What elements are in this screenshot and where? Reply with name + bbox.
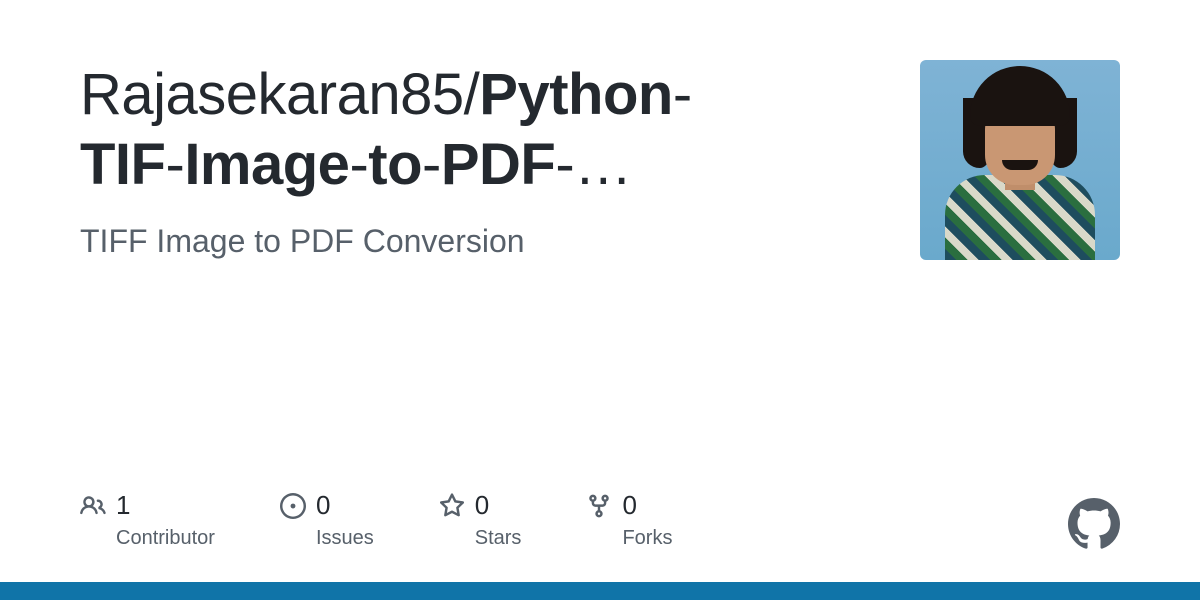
- stat-label: Stars: [475, 527, 522, 550]
- avatar: [920, 60, 1120, 260]
- repo-title: Rajasekaran85/Python-TIF-Image-to-PDF-…: [80, 60, 880, 199]
- stat-label: Forks: [622, 527, 672, 550]
- stat-value: 0: [622, 490, 636, 521]
- repo-name-part: Python: [479, 62, 673, 127]
- stats-row: 1 Contributor 0 Issues 0 Stars 0 Forks: [80, 490, 672, 550]
- stat-issues: 0 Issues: [280, 490, 374, 550]
- repo-name-part: TIF: [80, 132, 165, 197]
- stat-contributors: 1 Contributor: [80, 490, 215, 550]
- accent-bar: [0, 582, 1200, 600]
- star-icon: [439, 493, 465, 519]
- people-icon: [80, 493, 106, 519]
- stat-label: Contributor: [116, 527, 215, 550]
- repo-owner: Rajasekaran85: [80, 62, 464, 127]
- stat-stars: 0 Stars: [439, 490, 522, 550]
- github-logo-icon: [1068, 498, 1120, 550]
- repo-name-part: to: [368, 132, 422, 197]
- fork-icon: [586, 493, 612, 519]
- repo-name-ellipsis: …: [574, 132, 632, 197]
- repo-name-part: Image: [184, 132, 349, 197]
- stat-value: 1: [116, 490, 130, 521]
- repo-description: TIFF Image to PDF Conversion: [80, 223, 880, 260]
- repo-name-part: PDF: [441, 132, 556, 197]
- stat-forks: 0 Forks: [586, 490, 672, 550]
- stat-value: 0: [475, 490, 489, 521]
- stat-value: 0: [316, 490, 330, 521]
- stat-label: Issues: [316, 527, 374, 550]
- issue-icon: [280, 493, 306, 519]
